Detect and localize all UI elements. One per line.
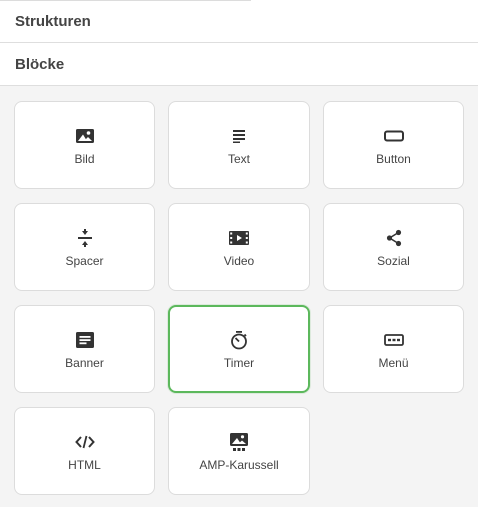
- block-tile-button[interactable]: Button: [323, 101, 464, 189]
- block-label: AMP-Karussell: [199, 458, 279, 472]
- block-tile-spacer[interactable]: Spacer: [14, 203, 155, 291]
- block-label: Video: [223, 254, 255, 268]
- blocks-area: Bild Text Button Spacer Video Sozial Ban…: [0, 86, 478, 507]
- block-label: Bild: [74, 152, 95, 166]
- carousel-icon: [229, 432, 249, 452]
- block-label: Button: [376, 152, 411, 166]
- image-icon: [75, 126, 95, 146]
- block-label: Sozial: [377, 254, 410, 268]
- blocks-grid: Bild Text Button Spacer Video Sozial Ban…: [14, 101, 464, 495]
- spacer-icon: [75, 228, 95, 248]
- block-label: Menü: [378, 356, 409, 370]
- block-tile-menu[interactable]: Menü: [323, 305, 464, 393]
- block-tile-social[interactable]: Sozial: [323, 203, 464, 291]
- blocks-panel: Strukturen Blöcke Bild Text Button Space…: [0, 0, 478, 507]
- code-icon: [74, 432, 95, 452]
- block-label: HTML: [68, 458, 101, 472]
- button-rectangle-icon: [383, 126, 404, 146]
- video-icon: [229, 228, 249, 248]
- text-lines-icon: [229, 126, 249, 146]
- block-tile-timer[interactable]: Timer: [168, 305, 310, 393]
- block-tile-html[interactable]: HTML: [14, 407, 155, 495]
- block-tile-image[interactable]: Bild: [14, 101, 155, 189]
- blocks-section-header[interactable]: Blöcke: [0, 43, 478, 86]
- block-tile-amp-carousel[interactable]: AMP-Karussell: [168, 407, 310, 495]
- banner-icon: [75, 330, 95, 350]
- structures-section-label: Strukturen: [15, 13, 91, 30]
- block-tile-text[interactable]: Text: [168, 101, 310, 189]
- block-tile-video[interactable]: Video: [168, 203, 310, 291]
- block-label: Banner: [65, 356, 104, 370]
- block-label: Text: [227, 152, 250, 166]
- divider: [0, 0, 251, 1]
- structures-section-header[interactable]: Strukturen: [0, 0, 478, 43]
- block-label: Spacer: [65, 254, 104, 268]
- blocks-section-label: Blöcke: [15, 55, 65, 73]
- menu-icon: [383, 330, 404, 350]
- block-label: Timer: [223, 356, 255, 370]
- share-icon: [384, 228, 404, 248]
- timer-icon: [229, 330, 249, 350]
- block-tile-banner[interactable]: Banner: [14, 305, 155, 393]
